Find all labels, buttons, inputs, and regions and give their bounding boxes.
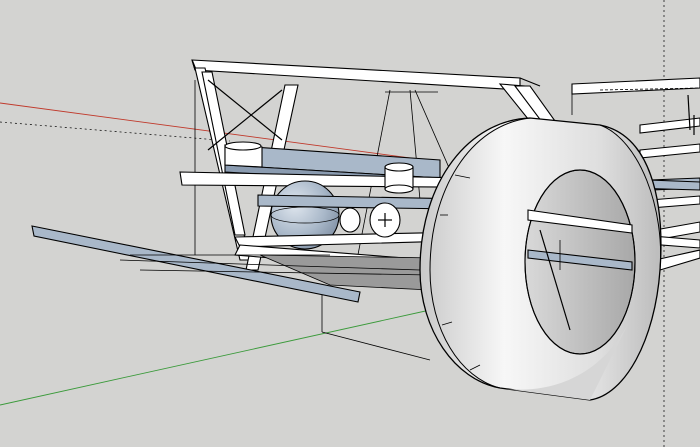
green-axis: [0, 309, 431, 406]
model-canvas[interactable]: [0, 0, 700, 447]
modeling-viewport[interactable]: [0, 0, 700, 447]
red-axis-dashed: [0, 121, 231, 142]
front-tire[interactable]: [419, 117, 662, 401]
ground-guide: [321, 331, 431, 361]
